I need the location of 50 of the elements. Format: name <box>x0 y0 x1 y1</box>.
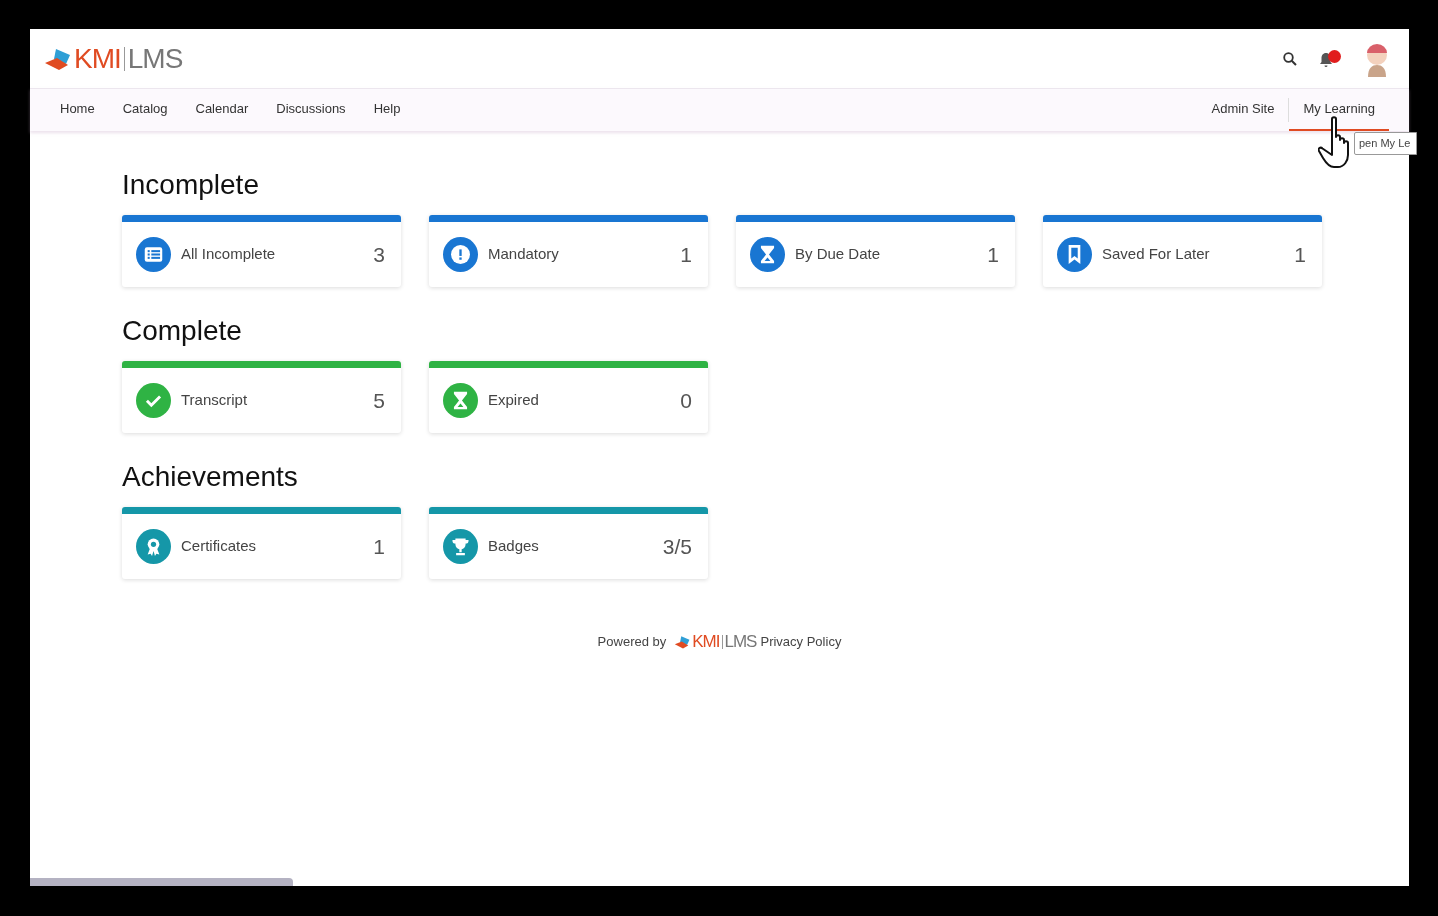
category-card[interactable]: Transcript 5 <box>122 361 401 433</box>
card-count: 1 <box>987 241 999 268</box>
logo-product: LMS <box>127 41 183 76</box>
card-count: 3 <box>373 241 385 268</box>
category-card[interactable]: Saved For Later 1 <box>1043 215 1322 287</box>
card-count: 1 <box>680 241 692 268</box>
privacy-policy-link[interactable]: Privacy Policy <box>760 632 842 652</box>
list-icon <box>136 237 171 272</box>
section-heading: Incomplete <box>122 169 260 201</box>
hourglass-icon <box>443 383 478 418</box>
category-card[interactable]: Expired 0 <box>429 361 708 433</box>
checkmark-icon <box>136 383 171 418</box>
nav-link[interactable]: Help <box>359 89 415 131</box>
card-count: 5 <box>373 387 385 414</box>
category-card[interactable]: All Incomplete 3 <box>122 215 401 287</box>
award-ribbon-icon <box>136 529 171 564</box>
card-label: Certificates <box>181 536 258 557</box>
category-card[interactable]: By Due Date 1 <box>736 215 1015 287</box>
card-count: 1 <box>1294 241 1306 268</box>
card-label: Transcript <box>181 390 249 411</box>
nav-link[interactable]: Catalog <box>108 89 182 131</box>
nav-link[interactable]: Admin Site <box>1197 89 1289 131</box>
card-label: Saved For Later <box>1102 244 1211 265</box>
powered-by-text: Powered by <box>597 633 667 651</box>
card-label: By Due Date <box>795 244 882 265</box>
bookmark-icon <box>1057 237 1092 272</box>
nav-link[interactable]: Discussions <box>262 89 360 131</box>
category-card[interactable]: Mandatory 1 <box>429 215 708 287</box>
trophy-icon <box>443 529 478 564</box>
category-card[interactable]: Badges 3/5 <box>429 507 708 579</box>
tooltip: pen My Le <box>1354 132 1418 155</box>
logo-product: LMS <box>724 631 757 653</box>
section-heading: Complete <box>122 315 243 347</box>
card-label: Mandatory <box>488 244 560 265</box>
logo-brand: KMI <box>74 41 121 76</box>
card-count: 3/5 <box>662 533 692 560</box>
notification-bell-icon[interactable] <box>1319 49 1341 68</box>
logo-brand: KMI <box>692 631 720 653</box>
search-icon[interactable] <box>1283 51 1297 66</box>
card-count: 1 <box>373 533 385 560</box>
card-label: All Incomplete <box>181 244 277 265</box>
hourglass-icon <box>750 237 785 272</box>
card-count: 0 <box>680 387 692 414</box>
card-label: Badges <box>488 536 540 557</box>
section-heading: Achievements <box>122 461 299 493</box>
nav-link[interactable]: Home <box>46 89 109 131</box>
card-label: Expired <box>488 390 540 411</box>
category-card[interactable]: Certificates 1 <box>122 507 401 579</box>
exclamation-icon <box>443 237 478 272</box>
nav-link[interactable]: Calendar <box>181 89 263 131</box>
